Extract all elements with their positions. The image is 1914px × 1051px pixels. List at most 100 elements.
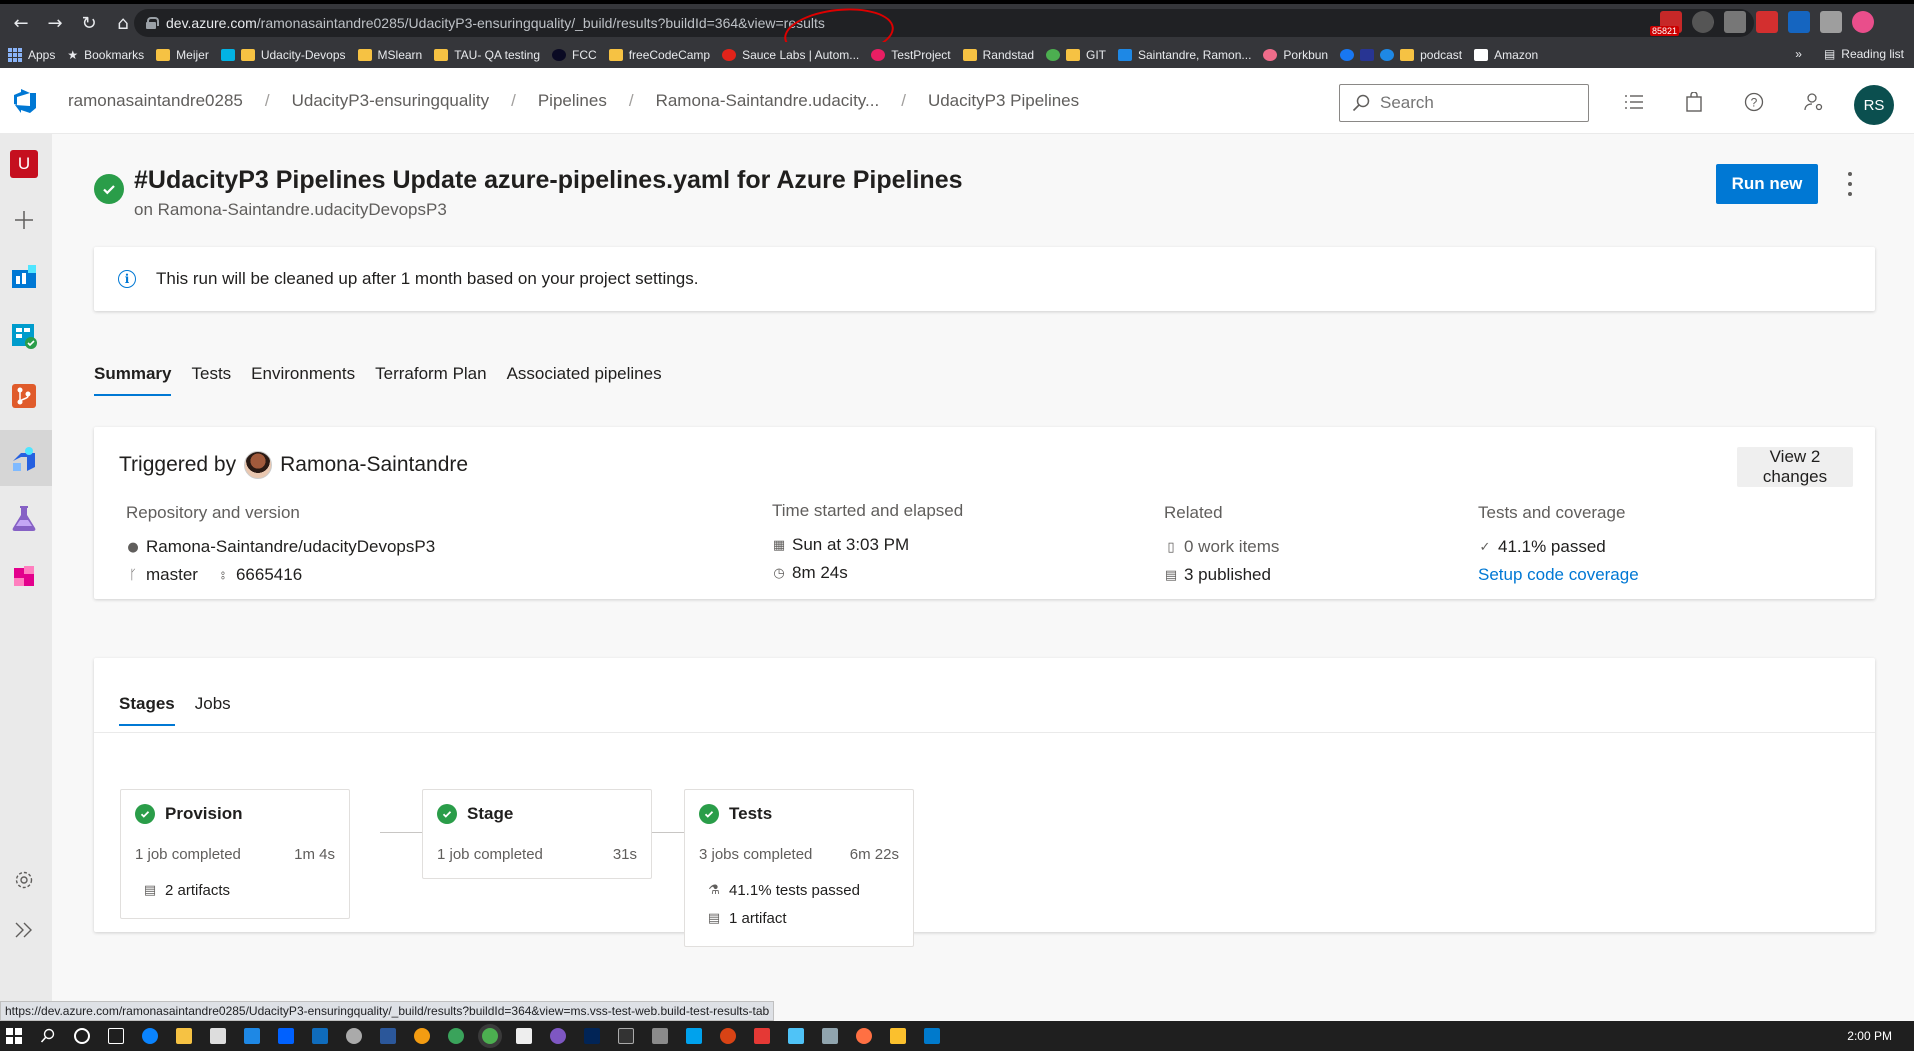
setup-code-coverage-link[interactable]: Setup code coverage bbox=[1478, 565, 1639, 585]
photos-icon[interactable] bbox=[686, 1028, 702, 1044]
shopping-bag-icon[interactable] bbox=[1684, 92, 1704, 112]
reading-list[interactable]: » ▤ Reading list bbox=[1795, 47, 1904, 61]
breadcrumb-pipeline[interactable]: UdacityP3 Pipelines bbox=[928, 91, 1079, 111]
stage-stage[interactable]: Stage 1 job completed 31s bbox=[422, 789, 652, 879]
stage-artifacts[interactable]: ▤ 2 artifacts bbox=[143, 882, 230, 899]
edge-icon[interactable] bbox=[142, 1028, 158, 1044]
branch-link[interactable]: master bbox=[146, 565, 198, 585]
overview-icon[interactable] bbox=[8, 260, 40, 292]
bookmark-tau[interactable]: TAU- QA testing bbox=[434, 48, 540, 62]
notepad-icon[interactable] bbox=[516, 1028, 532, 1044]
address-bar[interactable]: dev.azure.com/ramonasaintandre0285/Udaci… bbox=[134, 3, 1754, 63]
stage-artifacts[interactable]: ▤ 1 artifact bbox=[707, 910, 787, 927]
bookmark-freecodecamp[interactable]: freeCodeCamp bbox=[608, 48, 710, 62]
app-icon[interactable] bbox=[788, 1028, 804, 1044]
puzzle-icon[interactable] bbox=[1820, 11, 1842, 33]
tab-associated-pipelines[interactable]: Associated pipelines bbox=[507, 364, 662, 396]
breadcrumb-org[interactable]: ramonasaintandre0285 bbox=[68, 91, 243, 111]
breadcrumb-project[interactable]: UdacityP3-ensuringquality bbox=[292, 91, 490, 111]
user-avatar[interactable]: RS bbox=[1854, 85, 1894, 125]
sticky-notes-icon[interactable] bbox=[890, 1028, 906, 1044]
profile-avatar[interactable] bbox=[1852, 11, 1874, 33]
stage-provision[interactable]: Provision 1 job completed 1m 4s ▤ 2 arti… bbox=[120, 789, 350, 919]
repository-link[interactable]: Ramona-Saintandre/udacityDevopsP3 bbox=[146, 537, 435, 557]
search-icon[interactable] bbox=[40, 1028, 56, 1044]
postman-icon[interactable] bbox=[856, 1028, 872, 1044]
view-changes-button[interactable]: View 2 changes bbox=[1737, 447, 1853, 487]
tests-passed-link[interactable]: 41.1% passed bbox=[1498, 537, 1606, 557]
url-text[interactable]: dev.azure.com/ramonasaintandre0285/Udaci… bbox=[166, 15, 825, 31]
windows-start-icon[interactable] bbox=[6, 1028, 22, 1044]
vscode-icon[interactable] bbox=[924, 1028, 940, 1044]
search-input[interactable] bbox=[1380, 93, 1580, 113]
bookmark-udacity-devops[interactable]: Udacity-Devops bbox=[220, 48, 346, 62]
overflow-chevron-icon[interactable]: » bbox=[1795, 47, 1802, 61]
acrobat-icon[interactable] bbox=[754, 1028, 770, 1044]
tab-terraform-plan[interactable]: Terraform Plan bbox=[375, 364, 486, 396]
expand-chevrons-icon[interactable] bbox=[8, 914, 40, 946]
bookmark-bookmarks[interactable]: ★ Bookmarks bbox=[67, 48, 144, 62]
bookmark-apps[interactable]: Apps bbox=[8, 48, 55, 62]
user-settings-icon[interactable] bbox=[1804, 92, 1824, 112]
extension-icon[interactable] bbox=[1724, 11, 1746, 33]
org-tile[interactable]: U bbox=[8, 148, 40, 180]
dropbox-icon[interactable] bbox=[278, 1028, 294, 1044]
file-explorer-icon[interactable] bbox=[176, 1028, 192, 1044]
bookmark-git[interactable]: GIT bbox=[1046, 48, 1106, 62]
bookmark-saucelabs[interactable]: Sauce Labs | Autom... bbox=[722, 48, 859, 62]
app-icon[interactable] bbox=[822, 1028, 838, 1044]
back-arrow-icon[interactable]: ← bbox=[8, 10, 34, 36]
bookmark-amazon[interactable]: Amazon bbox=[1474, 48, 1538, 62]
new-badge-icon[interactable] bbox=[1788, 11, 1810, 33]
trigger-user-name[interactable]: Ramona-Saintandre bbox=[280, 453, 468, 477]
bookmark-porkbun[interactable]: Porkbun bbox=[1263, 48, 1328, 62]
bookmark-podcast[interactable]: podcast bbox=[1340, 48, 1462, 62]
power-automate-icon[interactable] bbox=[312, 1028, 328, 1044]
bookmark-fcc[interactable]: FCC bbox=[552, 48, 597, 62]
breadcrumb-pipelines[interactable]: Pipelines bbox=[538, 91, 607, 111]
commit-link[interactable]: 6665416 bbox=[236, 565, 302, 585]
stage-tests-passed[interactable]: ⚗ 41.1% tests passed bbox=[707, 882, 860, 899]
tab-jobs[interactable]: Jobs bbox=[195, 694, 231, 726]
mail-icon[interactable] bbox=[244, 1028, 260, 1044]
plus-icon[interactable] bbox=[8, 204, 40, 236]
word-icon[interactable] bbox=[380, 1028, 396, 1044]
help-icon[interactable]: ? bbox=[1744, 92, 1764, 112]
powershell-icon[interactable] bbox=[584, 1028, 600, 1044]
snip-icon[interactable] bbox=[652, 1028, 668, 1044]
tab-tests[interactable]: Tests bbox=[191, 364, 231, 396]
test-plans-icon[interactable] bbox=[8, 502, 40, 534]
run-new-button[interactable]: Run new bbox=[1716, 164, 1818, 204]
user-avatar[interactable] bbox=[244, 451, 273, 479]
repos-icon[interactable] bbox=[8, 380, 40, 412]
bookmark-meijer[interactable]: Meijer bbox=[156, 48, 209, 62]
stage-tests[interactable]: Tests 3 jobs completed 6m 22s ⚗ 41.1% te… bbox=[684, 789, 914, 947]
project-settings-gear-icon[interactable] bbox=[8, 864, 40, 896]
tab-summary[interactable]: Summary bbox=[94, 364, 172, 396]
app-icon[interactable] bbox=[346, 1028, 362, 1044]
artifacts-icon[interactable] bbox=[8, 560, 40, 592]
task-list-icon[interactable] bbox=[1624, 92, 1644, 112]
bookmark-testproject[interactable]: TestProject bbox=[871, 48, 951, 62]
reload-icon[interactable]: ↻ bbox=[76, 10, 102, 36]
store-icon[interactable] bbox=[210, 1028, 226, 1044]
home-icon[interactable]: ⌂ bbox=[110, 10, 136, 36]
terminal-icon[interactable] bbox=[618, 1028, 634, 1044]
search-box[interactable] bbox=[1339, 84, 1589, 122]
task-view-icon[interactable] bbox=[108, 1028, 124, 1044]
chrome-icon[interactable] bbox=[482, 1028, 498, 1044]
more-actions-icon[interactable] bbox=[1846, 172, 1854, 196]
app-icon[interactable] bbox=[550, 1028, 566, 1044]
pocket-icon[interactable] bbox=[1692, 11, 1714, 33]
boards-icon[interactable] bbox=[8, 320, 40, 352]
azure-devops-logo-icon[interactable] bbox=[12, 88, 38, 114]
published-link[interactable]: 3 published bbox=[1184, 565, 1271, 585]
tab-stages[interactable]: Stages bbox=[119, 694, 175, 726]
pipelines-icon[interactable] bbox=[8, 442, 40, 474]
bookmark-randstad[interactable]: Randstad bbox=[962, 48, 1034, 62]
edge-dev-icon[interactable] bbox=[448, 1028, 464, 1044]
tab-environments[interactable]: Environments bbox=[251, 364, 355, 396]
bookmark-mslearn[interactable]: MSlearn bbox=[357, 48, 422, 62]
app-icon[interactable] bbox=[720, 1028, 736, 1044]
breadcrumb-repo[interactable]: Ramona-Saintandre.udacity... bbox=[656, 91, 880, 111]
